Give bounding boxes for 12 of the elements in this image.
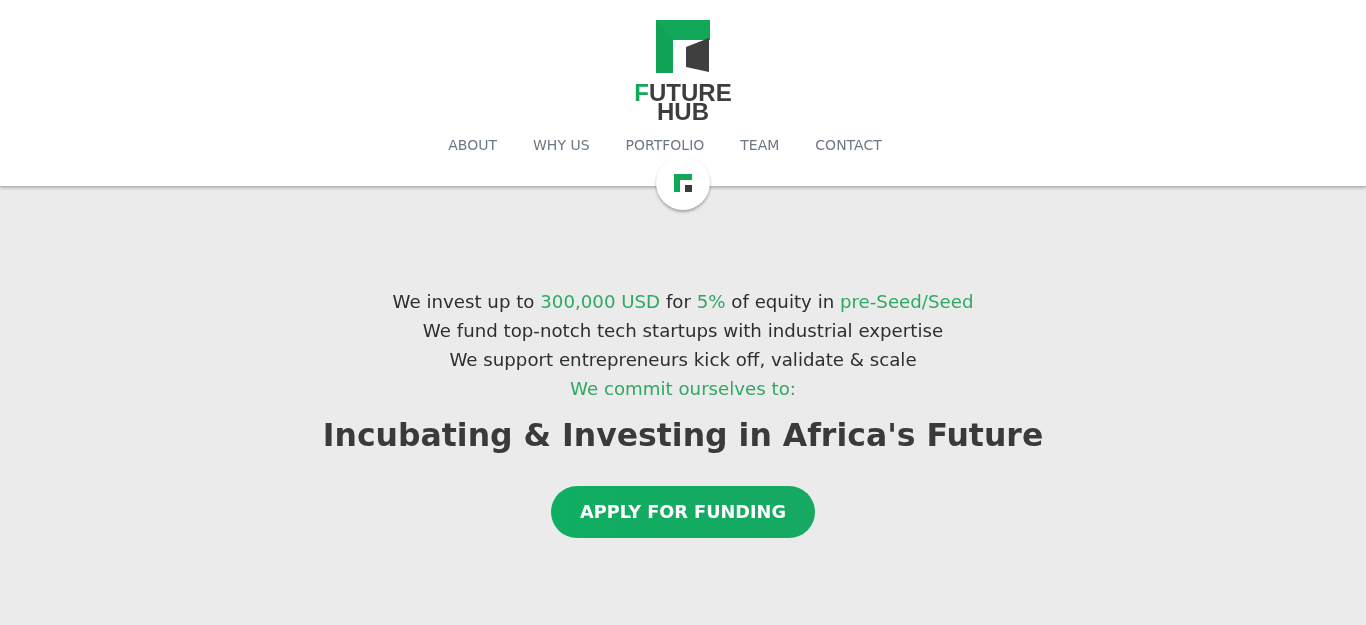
- nav-link[interactable]: PORTFOLIO: [625, 135, 705, 155]
- logo-icon: [656, 20, 710, 73]
- hero-headline: Incubating & Investing in Africa's Future: [322, 416, 1044, 455]
- nav-link[interactable]: TEAM: [740, 135, 780, 155]
- apply-for-funding-button[interactable]: APPLY FOR FUNDING: [551, 486, 815, 538]
- hero-text-line: We invest up to 300,000 USD for 5% of equity in pre-Seed/Seed: [392, 290, 974, 314]
- nav-link[interactable]: ABOUT: [448, 135, 497, 155]
- hero-text-line: We support entrepreneurs kick off, validate & scale: [449, 348, 917, 372]
- hero-text-line: We commit ourselves to:: [570, 377, 796, 401]
- nav-link[interactable]: WHY US: [533, 135, 590, 155]
- hero-text-line: We fund top-notch tech startups with industrial expertise: [422, 319, 944, 343]
- nav-link[interactable]: CONTACT: [815, 135, 882, 155]
